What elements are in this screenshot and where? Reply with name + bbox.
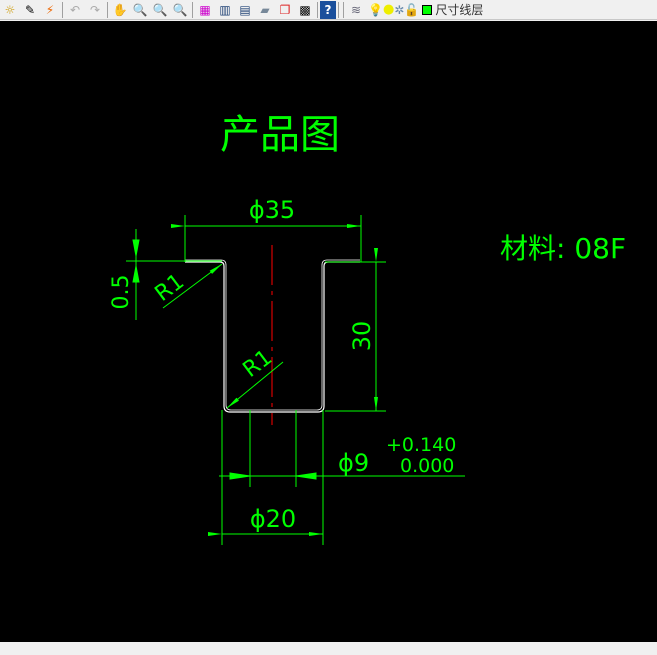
divider [192,1,193,18]
dim-radius-bottom: R1 [239,345,277,383]
material-label: 材料: 08F [500,232,626,265]
divider [338,1,339,18]
design-center-icon[interactable]: ▤ [235,1,255,19]
dim-thickness: 0.5 [109,275,134,310]
redo-icon[interactable]: ↷ [85,1,105,19]
drawing-title: 产品图 [220,112,340,158]
bulb-icon[interactable]: 💡 [368,3,383,17]
properties-icon[interactable]: ▦ [195,1,215,19]
dim-hole-diameter: ϕ9 [338,449,369,477]
drawing-canvas[interactable]: 产品图 材料: 08F ϕ35 0.5 R1 30 R1 ϕ9 +0.140 0… [0,21,657,642]
help-icon[interactable]: ? [320,0,336,19]
zoom-previous-icon[interactable]: 🔍 [170,1,190,19]
dim-height: 30 [348,321,376,352]
dim-outer-diameter: ϕ20 [250,505,296,533]
sun-icon[interactable]: ☼ [0,1,20,19]
dim-flange-diameter: ϕ35 [249,196,295,224]
divider [343,1,344,18]
drawing: 产品图 材料: 08F ϕ35 0.5 R1 30 R1 ϕ9 +0.140 0… [109,112,626,545]
tolerance-lower: 0.000 [400,455,454,477]
layer-color-swatch [422,4,433,15]
lock-viewport-icon[interactable]: ✲ [394,3,404,17]
zoom-realtime-icon[interactable]: 🔍 [130,1,150,19]
sheet-set-icon[interactable]: ❐ [275,1,295,19]
layer-name: 尺寸线层 [435,3,484,17]
dim-radius-top: R1 [151,269,189,307]
status-bar [0,642,657,655]
pencil-icon[interactable]: ✎ [20,1,40,19]
zoom-window-icon[interactable]: 🔍 [150,1,170,19]
table-icon[interactable]: ▥ [215,1,235,19]
dimensions [126,215,465,545]
divider [107,1,108,18]
sun-freeze-icon[interactable]: ● [383,2,394,17]
layers-icon[interactable]: ≋ [346,1,366,19]
layer-dropdown[interactable]: 💡 ● ✲ 🔓 尺寸线层 [368,1,483,18]
tool-palette-icon[interactable]: ▰ [255,1,275,19]
lightning-icon[interactable]: ⚡ [40,1,60,19]
calculator-icon[interactable]: ▩ [295,1,315,19]
lock-icon[interactable]: 🔓 [404,3,419,17]
divider [317,1,318,18]
divider [62,1,63,18]
pan-icon[interactable]: ✋ [110,1,130,19]
toolbar: ☼ ✎ ⚡ ↶ ↷ ✋ 🔍 🔍 🔍 ▦ ▥ ▤ ▰ ❐ ▩ ? ≋ 💡 ● ✲ … [0,0,657,20]
tolerance-upper: +0.140 [386,434,456,456]
undo-icon[interactable]: ↶ [65,1,85,19]
